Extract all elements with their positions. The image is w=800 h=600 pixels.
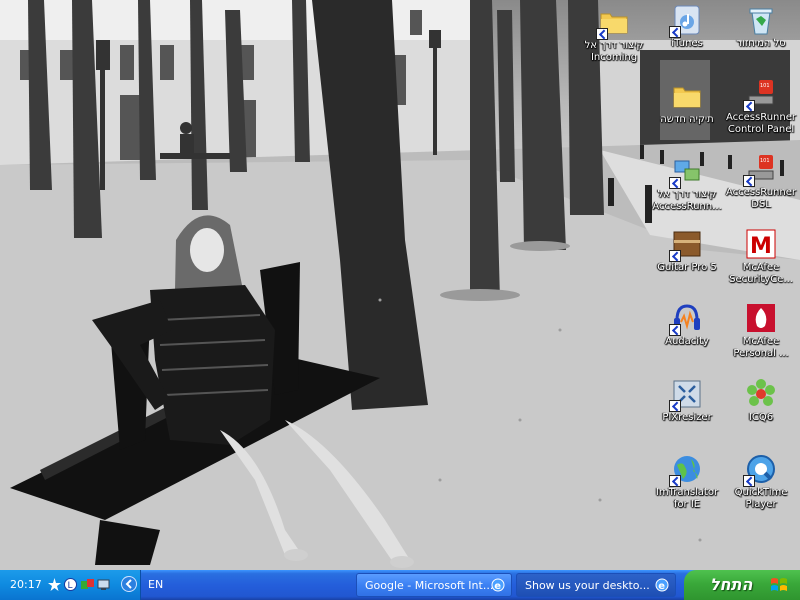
desktop-icon-quicktime[interactable]: QuickTime Player	[724, 453, 798, 511]
network-tray-icon[interactable]	[81, 578, 94, 591]
recycle-bin-icon	[749, 8, 773, 35]
svg-text:e: e	[658, 581, 665, 592]
shortcut-arrow-icon	[669, 177, 681, 189]
task-button-show-desktop-ie[interactable]: Show us your deskto... e	[516, 573, 676, 597]
desktop-icon-itunes[interactable]: iTunes	[650, 4, 724, 50]
desktop-icon-mcafee-personal[interactable]: McAfee Personal ...	[724, 302, 798, 360]
taskbar[interactable]: 20:17 L EN Google - Microsoft Int... e S…	[0, 570, 800, 600]
shortcut-arrow-icon	[743, 175, 755, 187]
desktop-icon-icq[interactable]: ICQ6	[724, 378, 798, 424]
clock-tray-icon[interactable]: L	[64, 578, 77, 591]
taskbar-clock[interactable]: 20:17	[10, 578, 42, 591]
svg-text:M: M	[750, 234, 772, 259]
shortcut-arrow-icon	[596, 28, 608, 40]
desktop-icon-audacity[interactable]: Audacity	[650, 302, 724, 348]
desktop-icon-accessrunner-control[interactable]: 101 AccessRunner Control Panel	[724, 78, 798, 136]
shortcut-arrow-icon	[669, 26, 681, 38]
desktop-icon-imtranslator[interactable]: ImTranslator for IE	[650, 453, 724, 511]
system-tray[interactable]: 20:17 L	[0, 570, 141, 600]
shortcut-arrow-icon	[669, 475, 681, 487]
task-button-google-ie[interactable]: Google - Microsoft Int... e	[356, 573, 512, 597]
desktop-icon-new-folder[interactable]: תיקיה חדשה	[650, 80, 724, 126]
mcafee-icon: M	[746, 229, 776, 259]
shortcut-arrow-icon	[669, 400, 681, 412]
chevron-left-icon[interactable]	[121, 576, 137, 592]
language-indicator[interactable]: EN	[148, 578, 163, 591]
svg-text:L: L	[68, 581, 73, 591]
desktop-icon-mcafee-security[interactable]: M McAfee SecurityCe...	[724, 228, 798, 286]
svg-text:101: 101	[760, 158, 770, 164]
desktop-icon-recycle-bin[interactable]: סל המיחזור	[724, 4, 798, 50]
ie-icon: e	[655, 578, 669, 592]
start-button[interactable]: התחל	[684, 570, 800, 600]
mcafee-firewall-icon	[747, 304, 775, 332]
desktop-icon-accessrunner-shortcut[interactable]: קיצור דרך אל AccessRunn...	[650, 155, 724, 213]
svg-text:101: 101	[760, 83, 770, 89]
shortcut-arrow-icon	[669, 250, 681, 262]
folder-icon	[673, 87, 701, 108]
desktop-icon-pixresizer[interactable]: PIXresizer	[650, 378, 724, 424]
desktop-icon-guitar-pro[interactable]: Guitar Pro 5	[650, 228, 724, 274]
monitor-tray-icon[interactable]	[97, 578, 110, 591]
svg-text:e: e	[494, 581, 501, 592]
desktop-icon-accessrunner-dsl[interactable]: 101 AccessRunner DSL	[724, 153, 798, 211]
desktop-icon-incoming[interactable]: קיצור דרך אל Incoming	[577, 6, 651, 64]
shortcut-arrow-icon	[743, 475, 755, 487]
star-tray-icon[interactable]	[48, 578, 61, 591]
ie-icon: e	[491, 578, 505, 592]
icq-flower-icon	[747, 379, 775, 406]
shortcut-arrow-icon	[669, 324, 681, 336]
shortcut-arrow-icon	[743, 100, 755, 112]
windows-flag-icon	[771, 578, 787, 591]
